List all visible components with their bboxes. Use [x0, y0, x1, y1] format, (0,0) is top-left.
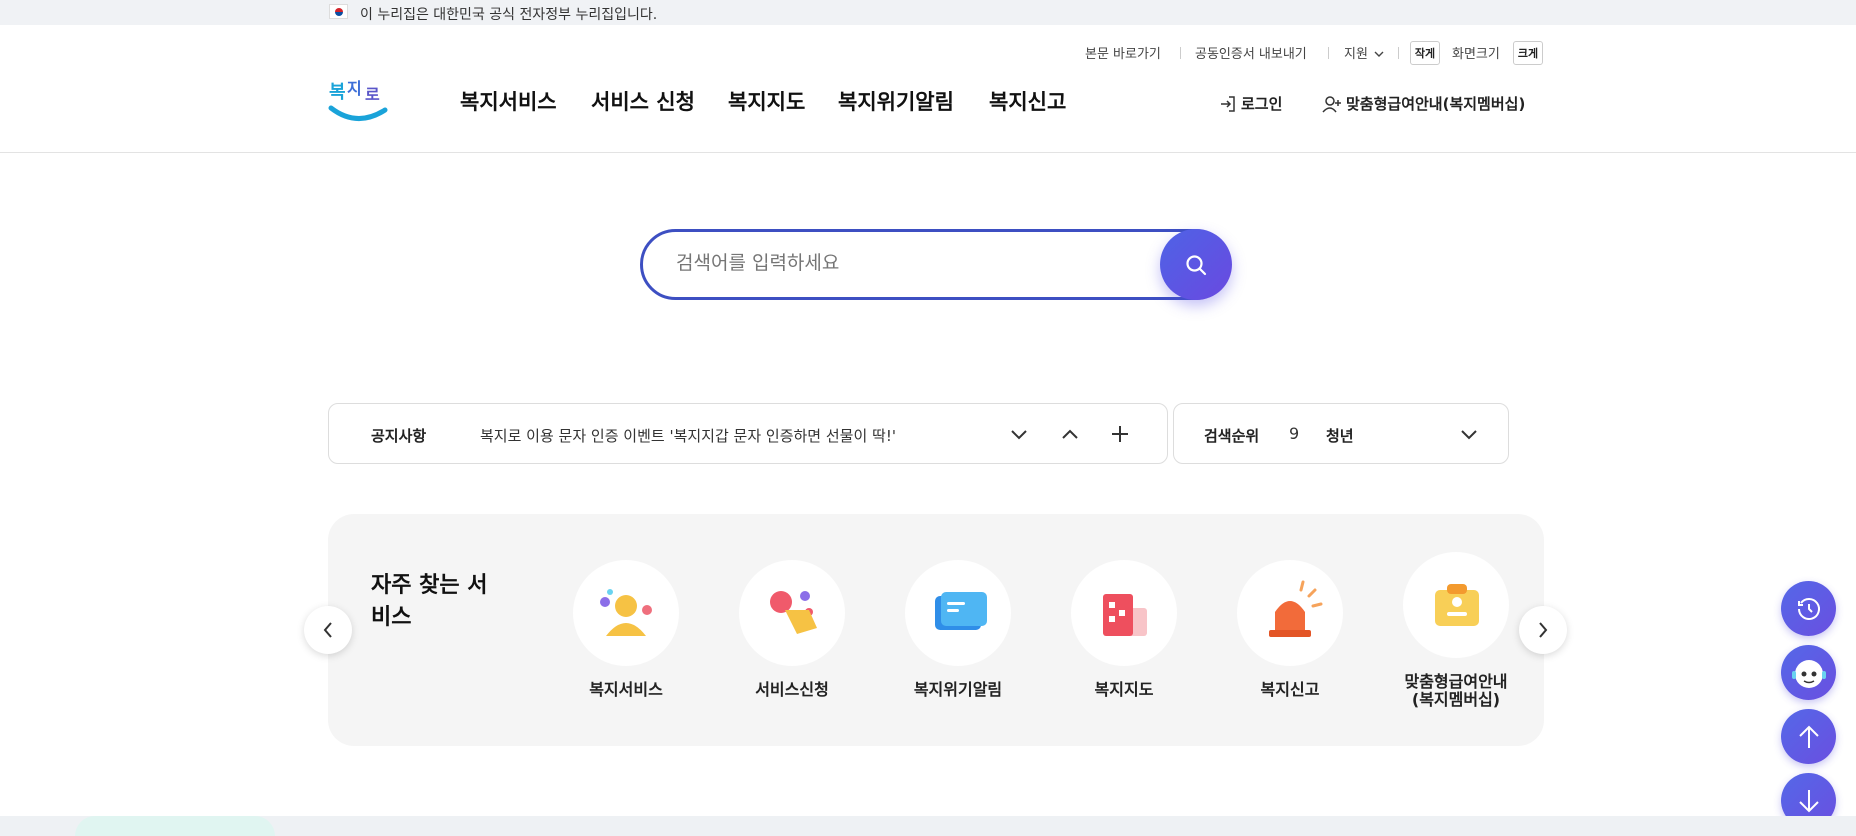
search-button[interactable]: [1160, 229, 1232, 300]
chevron-down-icon: [1461, 430, 1477, 440]
service-item-welfare[interactable]: [571, 560, 681, 666]
clipboard-icon: [1403, 552, 1509, 658]
login-icon: [1221, 95, 1235, 112]
service-label-map: 복지지도: [1094, 680, 1154, 699]
search-input[interactable]: [676, 252, 1156, 274]
arrow-up-icon: [1798, 725, 1819, 748]
search-rank-keyword[interactable]: 청년: [1326, 425, 1354, 446]
notice-next-button[interactable]: [1005, 420, 1033, 448]
search-rank-number: 9: [1289, 424, 1300, 443]
gov-banner: [0, 0, 1856, 25]
divider: [1328, 47, 1329, 59]
service-item-membership[interactable]: [1401, 552, 1511, 658]
building-icon: [1071, 560, 1177, 666]
frequent-services-title: 자주 찾는 서비스: [371, 573, 488, 630]
nav-crisis-alert[interactable]: 복지위기알림: [838, 86, 954, 116]
membership-link[interactable]: 맞춤형급여안내(복지멤버십): [1322, 93, 1525, 114]
notice-more-button[interactable]: [1106, 420, 1134, 448]
screen-size-label: 화면크기: [1452, 47, 1500, 62]
svg-text:지: 지: [347, 79, 362, 98]
recent-history-button[interactable]: [1781, 581, 1836, 636]
service-label-membership-line2: (복지멤버십): [1411, 690, 1501, 709]
service-label-welfare: 복지서비스: [589, 680, 663, 699]
svg-text:로: 로: [365, 85, 380, 104]
user-add-icon: [1322, 95, 1341, 113]
service-label-membership-line1: 맞춤형급여안내: [1404, 672, 1508, 691]
notice-title: 공지사항: [371, 427, 427, 445]
chevron-left-icon: [323, 622, 332, 638]
notice-text-link[interactable]: 복지로 이용 문자 인증 이벤트 '복지지갑 문자 인증하면 선물이 딱!': [480, 425, 896, 446]
chevron-down-icon: [1011, 430, 1027, 440]
service-item-map[interactable]: [1069, 560, 1179, 666]
chevron-down-icon: [1374, 51, 1384, 57]
history-icon: [1797, 597, 1820, 620]
skip-to-content-link[interactable]: 본문 바로가기: [1085, 43, 1161, 62]
search-rank-title: 검색순위: [1204, 427, 1260, 445]
search-rank-expand-button[interactable]: [1455, 420, 1483, 448]
svg-text:복: 복: [329, 82, 346, 103]
service-label-membership: 맞춤형급여안내 (복지멤버십): [1386, 673, 1526, 709]
divider: [1398, 47, 1399, 59]
bokjiro-logo-icon: 복 지 로: [328, 79, 388, 121]
chatbot-icon: [1791, 659, 1826, 688]
support-menu[interactable]: 지원: [1344, 43, 1384, 62]
font-small-button[interactable]: 작게: [1410, 41, 1440, 65]
carousel-next-button[interactable]: [1519, 606, 1567, 654]
login-link[interactable]: 로그인: [1219, 93, 1282, 114]
membership-label: 맞춤형급여안내(복지멤버십): [1346, 95, 1526, 113]
korea-flag-icon: [329, 4, 348, 19]
support-label: 지원: [1344, 47, 1368, 62]
service-item-apply[interactable]: [737, 560, 847, 666]
cert-export-link[interactable]: 공동인증서 내보내기: [1195, 43, 1307, 62]
gov-banner-text: 이 누리집은 대한민국 공식 전자정부 누리집입니다.: [360, 7, 658, 23]
carousel-prev-button[interactable]: [304, 606, 352, 654]
logo[interactable]: 복 지 로: [327, 72, 389, 126]
hand-click-icon: [739, 560, 845, 666]
nav-report[interactable]: 복지신고: [989, 86, 1066, 116]
decorative-shape: [75, 816, 275, 836]
login-label: 로그인: [1241, 95, 1283, 113]
font-large-button[interactable]: 크게: [1513, 41, 1543, 65]
service-label-crisis: 복지위기알림: [913, 680, 1003, 699]
service-label-apply: 서비스신청: [755, 680, 829, 699]
footer-strip: [0, 816, 1856, 836]
chevron-up-icon: [1062, 429, 1078, 439]
search-icon: [1186, 254, 1207, 275]
scroll-top-button[interactable]: [1781, 709, 1836, 764]
nav-welfare-map[interactable]: 복지지도: [728, 86, 805, 116]
chatbot-button[interactable]: [1781, 645, 1836, 700]
siren-icon: [1237, 560, 1343, 666]
service-item-crisis[interactable]: [903, 560, 1013, 666]
message-icon: [905, 560, 1011, 666]
divider: [1180, 47, 1181, 59]
nav-welfare-service[interactable]: 복지서비스: [460, 86, 557, 116]
service-label-report: 복지신고: [1260, 680, 1320, 699]
nav-service-apply[interactable]: 서비스 신청: [591, 86, 695, 116]
chevron-right-icon: [1539, 622, 1548, 638]
plus-icon: [1112, 426, 1128, 442]
notice-prev-button[interactable]: [1056, 420, 1084, 448]
service-item-report[interactable]: [1235, 560, 1345, 666]
person-icon: [573, 560, 679, 666]
arrow-down-icon: [1798, 789, 1819, 812]
header-divider: [0, 152, 1856, 153]
